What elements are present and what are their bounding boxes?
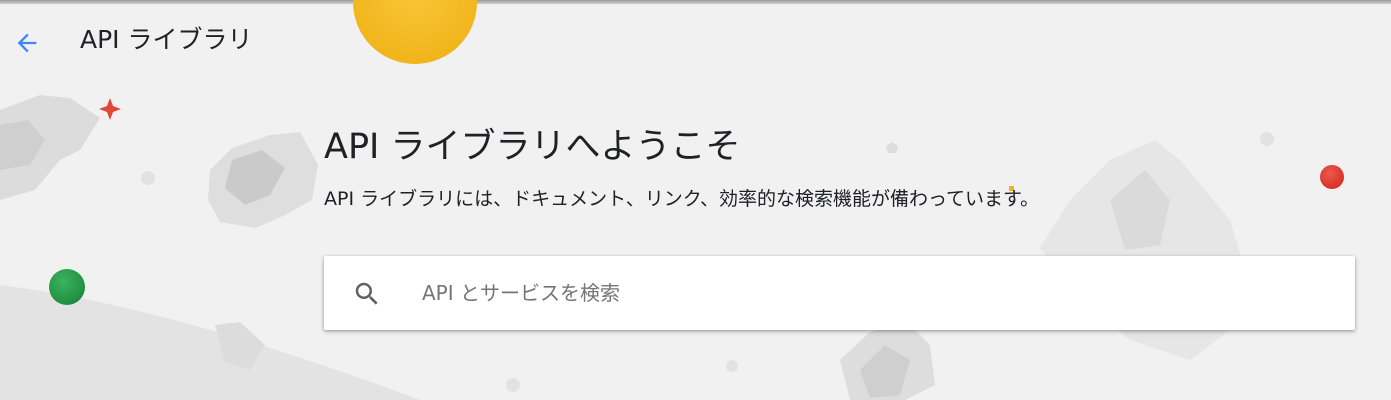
arrow-left-icon [17,33,37,53]
back-button[interactable] [8,24,46,62]
welcome-description: API ライブラリには、ドキュメント、リンク、効率的な検索機能が備わっています。 [324,188,1040,210]
search-input[interactable] [422,273,1322,313]
page-title: API ライブラリ [80,25,253,54]
top-border [0,0,1391,4]
search-box[interactable] [324,256,1355,330]
search-icon [355,282,378,305]
welcome-heading: API ライブラリへようこそ [324,127,741,167]
